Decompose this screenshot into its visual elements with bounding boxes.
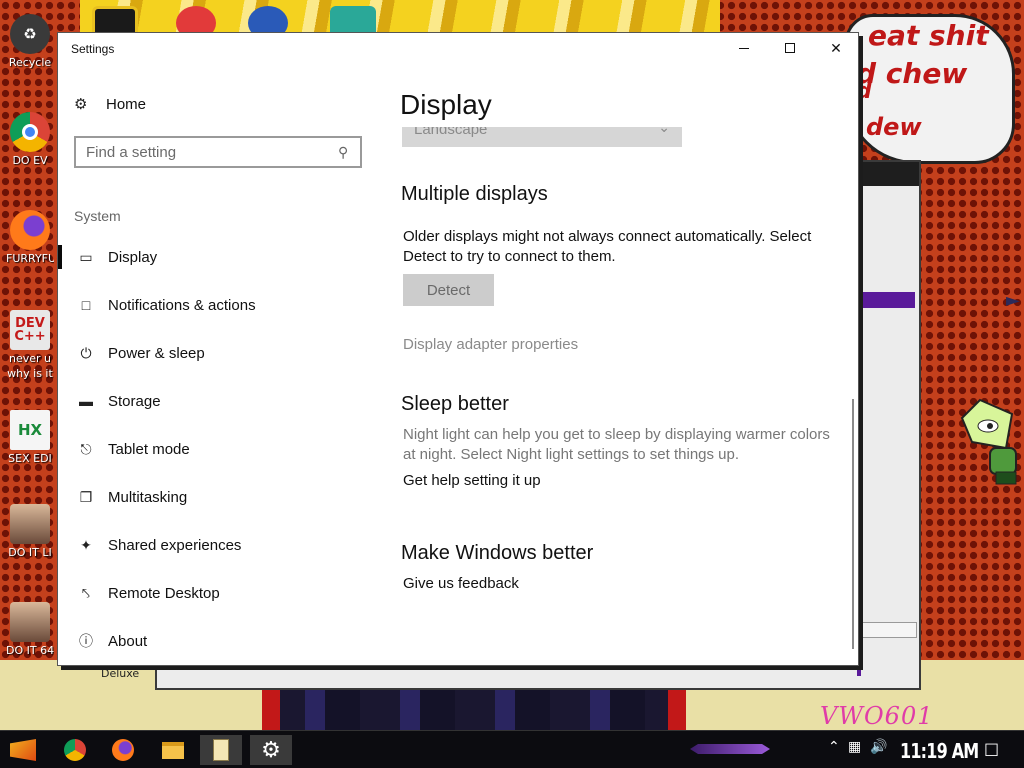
page-title: Display [400, 89, 492, 120]
action-center-icon[interactable]: □ [984, 739, 999, 758]
taskbar-firefox[interactable] [102, 735, 144, 765]
nav-item-about[interactable]: ⓘ About [58, 617, 378, 665]
portrait-icon [10, 602, 50, 642]
desktop-icon-do-it-li[interactable]: DO IT LI [6, 504, 54, 559]
settings-window[interactable]: Settings ✕ ⚙ Home ⚲ System ▭ Display □ N… [57, 32, 859, 666]
orientation-value: Landscape [414, 127, 488, 138]
mouse-cursor-icon: ► [1006, 290, 1020, 311]
nav-item-label: Shared experiences [108, 536, 242, 554]
nav-item-label: Storage [108, 392, 161, 410]
window-title: Settings [71, 42, 115, 56]
storage-icon: ▬ [79, 393, 93, 409]
folder-icon [162, 741, 184, 759]
nav-item-tablet-mode[interactable]: ⎋ Tablet mode [58, 425, 378, 473]
settings-nav: ▭ Display □ Notifications & actions ⏻ Po… [58, 233, 378, 665]
nav-item-notifications[interactable]: □ Notifications & actions [58, 281, 378, 329]
taskbar-file-explorer[interactable] [152, 735, 194, 765]
nav-item-display[interactable]: ▭ Display [58, 233, 378, 281]
taskbar-notepad[interactable] [200, 735, 242, 765]
orientation-dropdown[interactable]: Landscape ⌄ [402, 127, 682, 147]
wallpaper-watermark: VWO601 [820, 702, 934, 730]
nav-item-storage[interactable]: ▬ Storage [58, 377, 378, 425]
shared-experiences-icon: ✦ [80, 536, 92, 553]
home-label: Home [106, 95, 147, 113]
taskbar-chrome[interactable] [54, 735, 96, 765]
remote-desktop-icon: ⤣ [82, 584, 90, 601]
speech-bubble: eat shit d chew d dew [845, 14, 1015, 164]
notepad-icon [213, 739, 229, 761]
display-settings-content: Display Landscape ⌄ Multiple displays Ol… [400, 33, 840, 667]
nav-item-remote-desktop[interactable]: ⤣ Remote Desktop [58, 569, 378, 617]
background-window-selection [857, 292, 915, 308]
nav-item-label: Tablet mode [108, 440, 190, 458]
desktop-icon-devcpp[interactable]: DEV C++ never u why is it [6, 310, 54, 380]
network-icon[interactable]: ▦ [848, 739, 861, 755]
nav-item-multitasking[interactable]: ❐ Multitasking [58, 473, 378, 521]
nav-item-label: Display [108, 248, 158, 266]
search-box[interactable]: ⚲ [74, 136, 362, 168]
section-label: System [74, 208, 121, 224]
start-logo-icon [10, 739, 36, 761]
taskbar-decoration [690, 744, 770, 754]
speech-line: d chew [856, 57, 968, 90]
make-windows-better-heading: Make Windows better [401, 542, 594, 564]
nav-item-label: About [108, 632, 148, 650]
nav-item-label: Power & sleep [108, 344, 205, 362]
chrome-icon [64, 739, 86, 761]
sleep-better-description: Night light can help you get to sleep by… [403, 426, 830, 463]
chevron-up-icon[interactable]: ⌃ [828, 739, 840, 755]
peridot-character-icon [960, 398, 1017, 485]
nav-item-shared-experiences[interactable]: ✦ Shared experiences [58, 521, 378, 569]
firefox-icon [112, 739, 134, 761]
recycle-bin-icon: ♻ [10, 14, 50, 54]
desktop-icon-chrome[interactable]: DO EV [6, 112, 54, 167]
taskbar: ⚙ ⌃ ▦ 🔊 11:19 AM □ [0, 730, 1024, 768]
desktop-icon-recycle[interactable]: ♻ Recycle [6, 14, 54, 69]
dev-cpp-icon: DEV C++ [10, 310, 50, 350]
content-scrollbar[interactable] [852, 399, 854, 649]
desktop-icon-firefox[interactable]: FURRYFU [6, 210, 54, 265]
sleep-better-heading: Sleep better [401, 393, 509, 415]
give-feedback-link[interactable]: Give us feedback [403, 575, 519, 592]
multitasking-icon: ❐ [79, 488, 93, 505]
notification-icon: □ [81, 297, 91, 313]
gear-icon: ⚙ [261, 737, 281, 763]
nav-item-label: Notifications & actions [108, 296, 256, 314]
home-link[interactable]: ⚙ Home [74, 95, 147, 114]
desktop-icon-do-it-64[interactable]: DO IT 64 [6, 602, 54, 657]
volume-icon[interactable]: 🔊 [870, 739, 887, 755]
taskbar-settings[interactable]: ⚙ [250, 735, 292, 765]
background-window-scrollbar[interactable] [857, 622, 917, 638]
gear-icon: ⚙ [74, 96, 88, 113]
tablet-mode-icon: ⎋ [80, 440, 92, 457]
help-setting-up-link[interactable]: Get help setting it up [403, 472, 541, 489]
monitor-icon: ▭ [79, 248, 93, 265]
multiple-displays-description: Older displays might not always connect … [403, 228, 812, 265]
multiple-displays-heading: Multiple displays [401, 183, 548, 205]
speech-line: dew [866, 113, 922, 141]
portrait-icon [10, 504, 50, 544]
search-input[interactable] [86, 143, 338, 161]
search-icon: ⚲ [338, 143, 349, 160]
chrome-icon [10, 112, 50, 152]
chevron-down-icon: ⌄ [658, 127, 670, 135]
start-button[interactable] [2, 735, 44, 765]
detect-button[interactable]: Detect [403, 274, 494, 306]
power-icon: ⏻ [80, 344, 92, 361]
nav-item-label: Multitasking [108, 488, 188, 506]
display-adapter-properties-link[interactable]: Display adapter properties [403, 336, 578, 353]
info-icon: ⓘ [79, 633, 93, 649]
hex-editor-icon: HX [10, 410, 50, 450]
desktop-icon-hex-editor[interactable]: HX SEX EDI [6, 410, 54, 465]
nav-item-label: Remote Desktop [108, 584, 220, 602]
deluxe-caption: Deluxe [101, 667, 140, 680]
nav-item-power-sleep[interactable]: ⏻ Power & sleep [58, 329, 378, 377]
taskbar-clock[interactable]: 11:19 AM [900, 739, 979, 763]
speech-line: eat shit [868, 19, 989, 52]
firefox-icon [10, 210, 50, 250]
